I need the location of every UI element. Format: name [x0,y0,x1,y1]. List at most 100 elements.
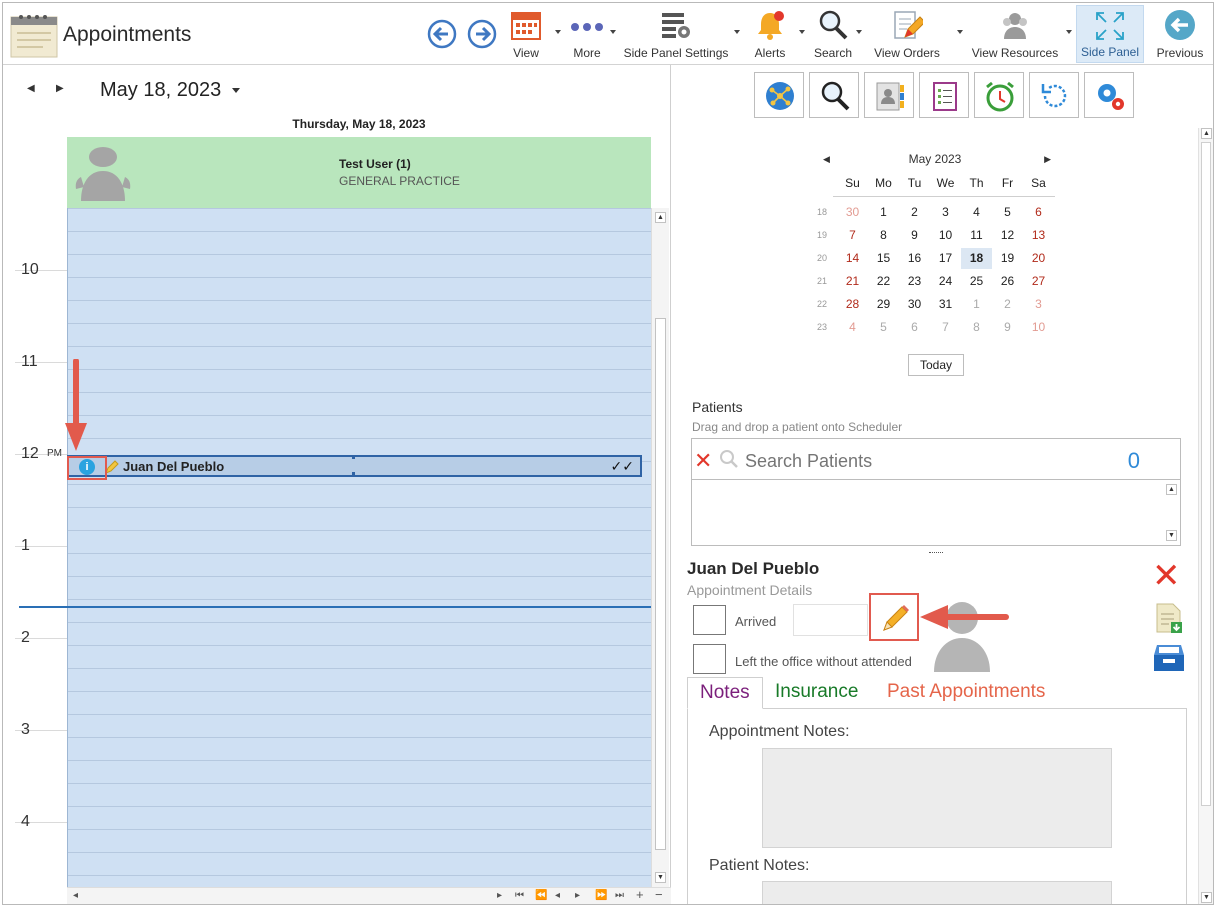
date-dropdown-icon[interactable] [232,88,240,93]
first-resource-icon[interactable]: ⏮ [515,890,524,901]
calendar-day[interactable]: 7 [837,225,868,246]
calendar-day[interactable]: 24 [930,271,961,292]
settings-button[interactable] [1084,72,1134,118]
resize-handle-bottom[interactable] [352,472,355,475]
prev-resource-icon[interactable]: ◂ [555,890,560,901]
patient-notes-field[interactable] [762,881,1112,904]
scrollbar-thumb[interactable] [655,318,666,850]
prev-month-icon[interactable]: ◀ [823,154,830,165]
list-scroll-down-icon[interactable]: ▼ [1166,530,1177,541]
search-button[interactable]: Search [809,5,857,63]
calendar-day[interactable]: 25 [961,271,992,292]
side-scroll-up-icon[interactable]: ▲ [1201,128,1212,139]
next-day-icon[interactable]: ▶ [56,83,64,94]
side-panel-button[interactable]: Side Panel [1076,5,1144,63]
calendar-day[interactable]: 3 [1023,294,1054,315]
calendar-day[interactable]: 8 [961,317,992,338]
time-grid[interactable]: 10 11 12 PM 1 2 3 4 i Juan Del Pueblo ✓✓ [3,208,651,887]
network-button[interactable] [754,72,804,118]
checklist-button[interactable] [919,72,969,118]
side-panel-scrollbar[interactable]: ▲ ▼ [1198,128,1213,904]
calendar-day[interactable]: 5 [992,202,1023,223]
add-resource-icon[interactable]: + [636,887,644,902]
last-resource-icon[interactable]: ⏭ [615,890,624,901]
more-button[interactable]: More [565,5,609,63]
calendar-day[interactable]: 29 [868,294,899,315]
calendar-day[interactable]: 23 [899,271,930,292]
today-button[interactable]: Today [908,354,964,376]
view-button[interactable]: View [506,5,546,63]
scheduler-horizontal-scrollbar[interactable]: ◂ ▸ ⏮ ⏪ ◂ ▸ ⏩ ⏭ + − [67,887,671,904]
calendar-day[interactable]: 6 [899,317,930,338]
back-arrow-icon[interactable] [427,19,457,49]
list-scroll-up-icon[interactable]: ▲ [1166,484,1177,495]
next-month-icon[interactable]: ▶ [1044,154,1051,165]
calendar-day[interactable]: 9 [992,317,1023,338]
arrived-time-field[interactable] [793,604,868,636]
alerts-dropdown-icon[interactable] [799,27,807,35]
view-resources-dropdown-icon[interactable] [1066,27,1074,35]
calendar-day[interactable]: 1 [961,294,992,315]
arrived-checkbox[interactable] [693,605,726,635]
calendar-day[interactable]: 4 [961,202,992,223]
calendar-day[interactable]: 27 [1023,271,1054,292]
next-page-icon[interactable]: ⏩ [595,890,607,901]
alerts-button[interactable]: Alerts [748,5,792,63]
scheduler-vertical-scrollbar[interactable]: ▲ ▼ [651,208,669,888]
find-button[interactable] [809,72,859,118]
calendar-day[interactable]: 14 [837,248,868,269]
side-panel-settings-dropdown-icon[interactable] [734,27,742,35]
calendar-day[interactable]: 1 [868,202,899,223]
prev-page-icon[interactable]: ⏪ [535,890,547,901]
resize-handle-top[interactable] [352,456,355,459]
calendar-day[interactable]: 30 [837,202,868,223]
document-download-icon[interactable] [1154,602,1184,634]
tab-notes[interactable]: Notes [687,677,763,709]
refresh-button[interactable] [1029,72,1079,118]
clear-search-icon[interactable]: ✕ [694,448,712,474]
calendar-day[interactable]: 10 [1023,317,1054,338]
calendar-day[interactable]: 6 [1023,202,1054,223]
patient-list[interactable]: ▲ ▼ [691,480,1181,546]
remove-resource-icon[interactable]: − [655,887,663,902]
calendar-day[interactable]: 16 [899,248,930,269]
next-resource-icon[interactable]: ▸ [575,890,580,901]
appointment-notes-field[interactable] [762,748,1112,848]
calendar-day[interactable]: 9 [899,225,930,246]
view-resources-button[interactable]: View Resources [969,5,1061,63]
calendar-day[interactable]: 13 [1023,225,1054,246]
calendar-day[interactable]: 10 [930,225,961,246]
calendar-day[interactable]: 5 [868,317,899,338]
left-without-attended-checkbox[interactable] [693,644,726,674]
calendar-day[interactable]: 8 [868,225,899,246]
current-date[interactable]: May 18, 2023 [100,79,221,102]
calendar-day[interactable]: 20 [1023,248,1054,269]
appointment-block[interactable]: i Juan Del Pueblo ✓✓ [67,455,642,477]
calendar-day[interactable]: 11 [961,225,992,246]
panel-splitter[interactable] [929,552,943,554]
scroll-left-icon[interactable]: ◂ [73,890,78,901]
contacts-button[interactable] [864,72,914,118]
calendar-day[interactable]: 21 [837,271,868,292]
prev-day-icon[interactable]: ◀ [27,83,35,94]
side-scroll-down-icon[interactable]: ▼ [1201,892,1212,903]
view-orders-button[interactable]: View Orders [869,5,945,63]
archive-box-icon[interactable] [1153,643,1185,673]
delete-appointment-icon[interactable]: ✕ [1152,559,1181,593]
more-dropdown-icon[interactable] [610,27,618,35]
calendar-day[interactable]: 31 [930,294,961,315]
calendar-day[interactable]: 2 [899,202,930,223]
calendar-day[interactable]: 3 [930,202,961,223]
edit-appointment-button[interactable] [869,593,919,641]
side-panel-settings-button[interactable]: Side Panel Settings [621,5,731,63]
previous-button[interactable]: Previous [1153,5,1207,63]
patient-search-input[interactable] [745,451,1105,472]
view-dropdown-icon[interactable] [555,27,563,35]
calendar-day[interactable]: 7 [930,317,961,338]
calendar-day[interactable]: 26 [992,271,1023,292]
scroll-down-icon[interactable]: ▼ [655,872,666,883]
calendar-day[interactable]: 15 [868,248,899,269]
calendar-day[interactable]: 22 [868,271,899,292]
calendar-day[interactable]: 17 [930,248,961,269]
calendar-day[interactable]: 28 [837,294,868,315]
